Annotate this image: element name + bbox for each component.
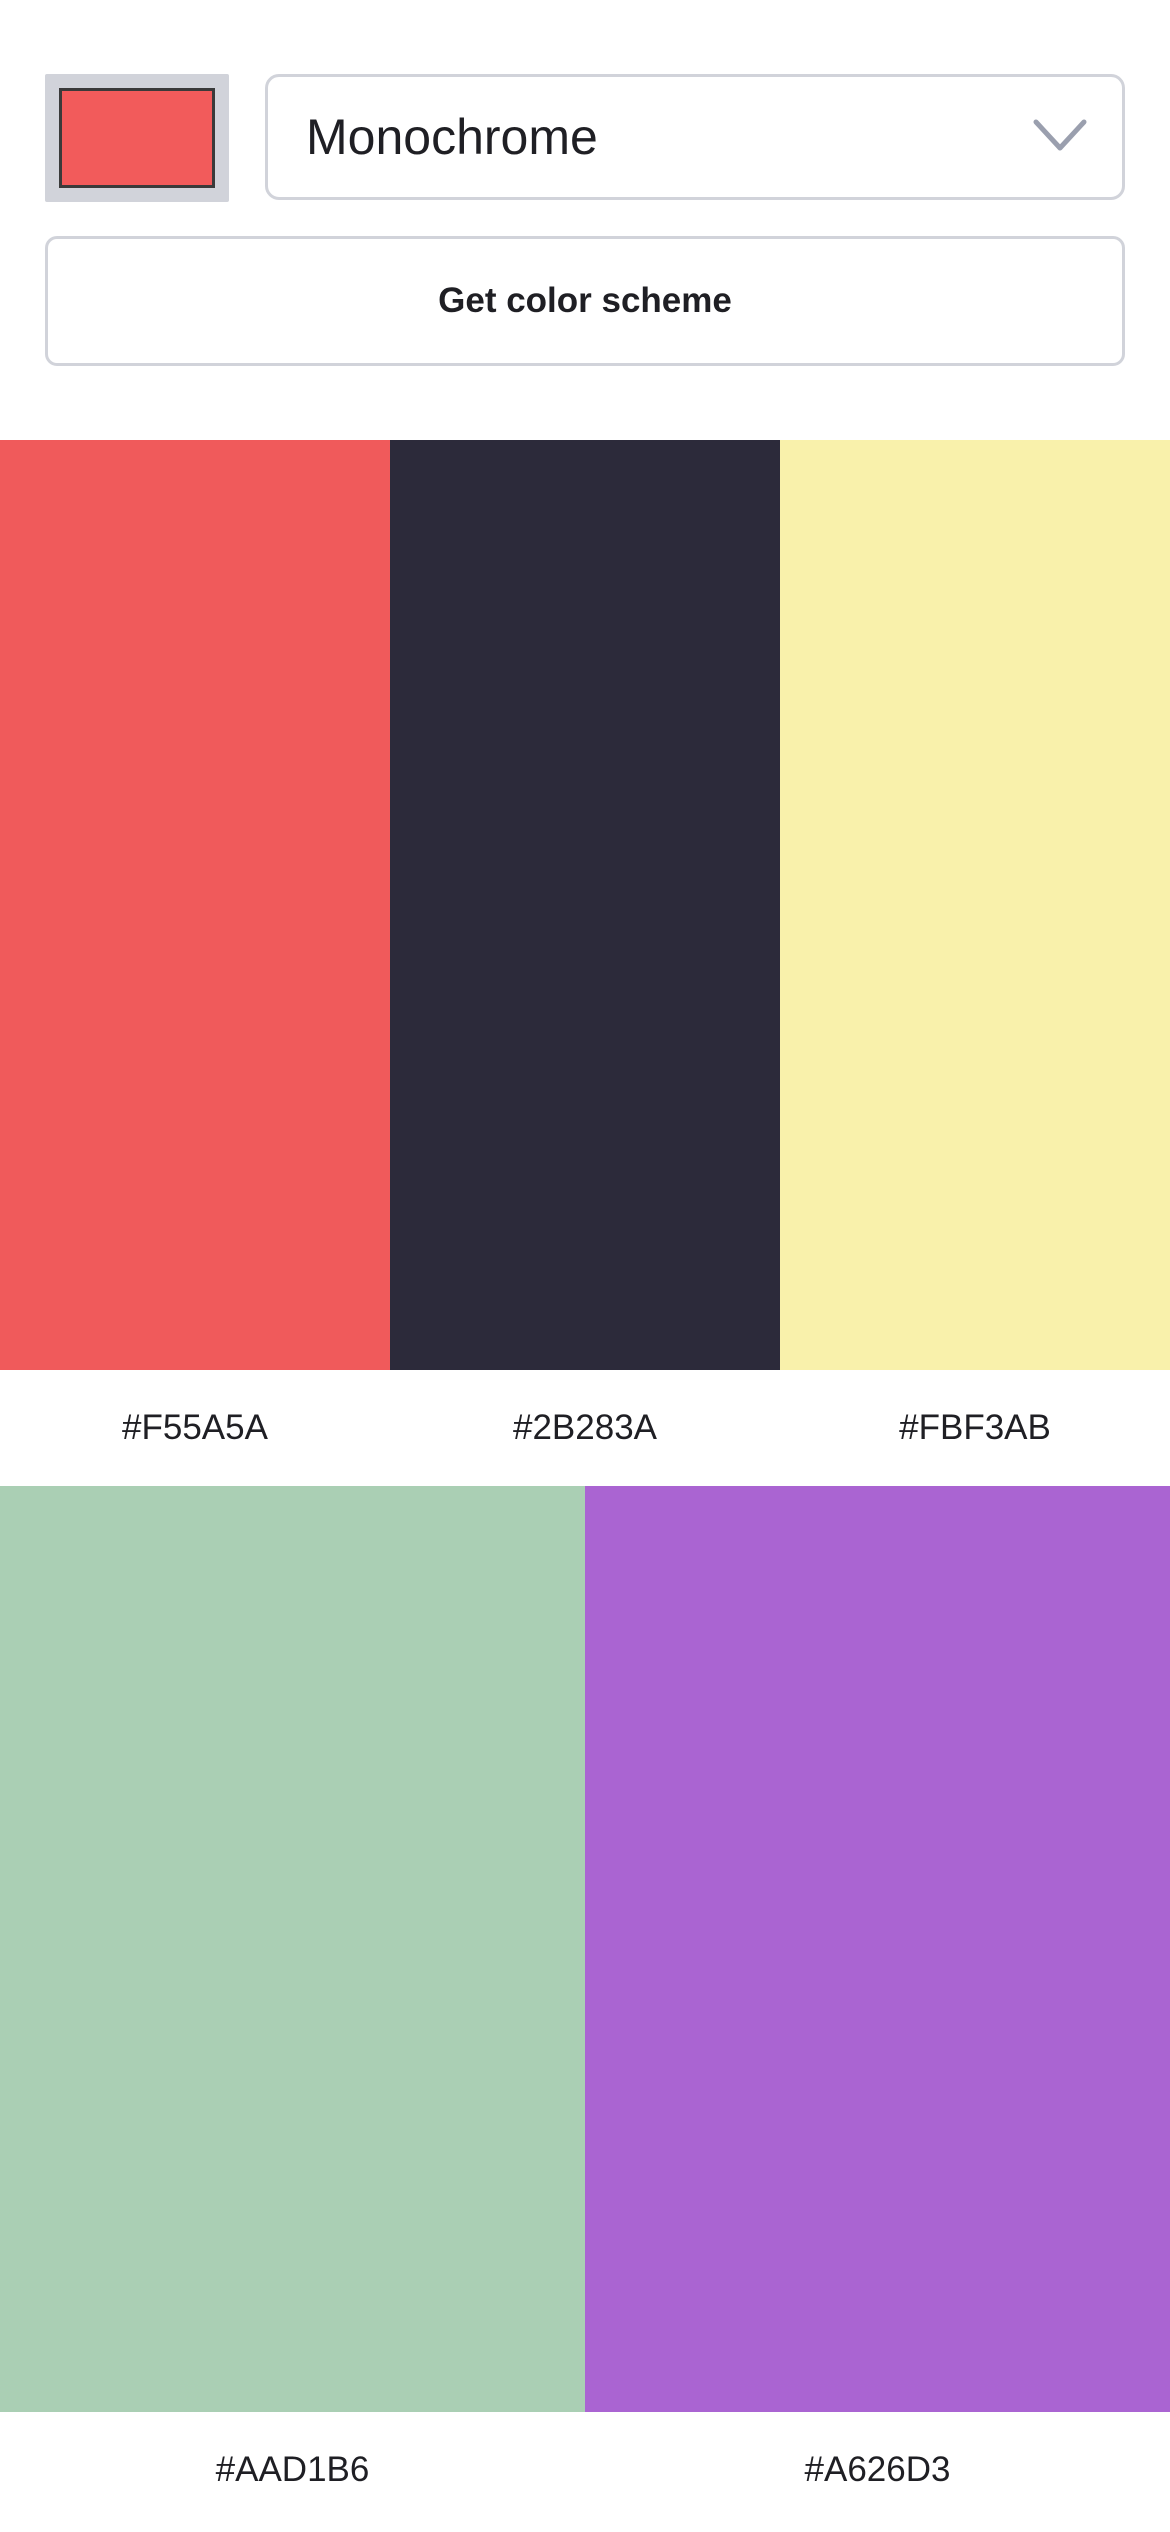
palette-hex-label-3: #FBF3AB — [780, 1370, 1170, 1486]
color-palette: #F55A5A #2B283A #FBF3AB #AAD1B6 #A626D3 — [0, 440, 1170, 2528]
palette-swatch-4 — [0, 1486, 585, 2412]
palette-color-2[interactable]: #2B283A — [390, 440, 780, 1486]
palette-hex-label-4: #AAD1B6 — [0, 2412, 585, 2528]
palette-row-1: #F55A5A #2B283A #FBF3AB — [0, 440, 1170, 1486]
scheme-mode-select[interactable]: Monochrome — [265, 74, 1125, 200]
seed-color-swatch — [59, 88, 215, 188]
get-color-scheme-button[interactable]: Get color scheme — [45, 236, 1125, 366]
chevron-down-icon — [1033, 119, 1087, 151]
seed-color-picker[interactable] — [45, 74, 229, 202]
palette-swatch-1 — [0, 440, 390, 1370]
palette-hex-label-2: #2B283A — [390, 1370, 780, 1486]
scheme-mode-value: Monochrome — [306, 109, 598, 165]
palette-row-2: #AAD1B6 #A626D3 — [0, 1486, 1170, 2528]
palette-swatch-5 — [585, 1486, 1170, 2412]
palette-swatch-2 — [390, 440, 780, 1370]
palette-swatch-3 — [780, 440, 1170, 1370]
palette-color-5[interactable]: #A626D3 — [585, 1486, 1170, 2528]
color-scheme-page: Monochrome Get color scheme #F55A5A #2B2… — [0, 0, 1170, 2532]
palette-hex-label-1: #F55A5A — [0, 1370, 390, 1486]
palette-color-3[interactable]: #FBF3AB — [780, 440, 1170, 1486]
palette-color-4[interactable]: #AAD1B6 — [0, 1486, 585, 2528]
palette-hex-label-5: #A626D3 — [585, 2412, 1170, 2528]
controls-row: Monochrome — [45, 74, 1125, 202]
palette-color-1[interactable]: #F55A5A — [0, 440, 390, 1486]
